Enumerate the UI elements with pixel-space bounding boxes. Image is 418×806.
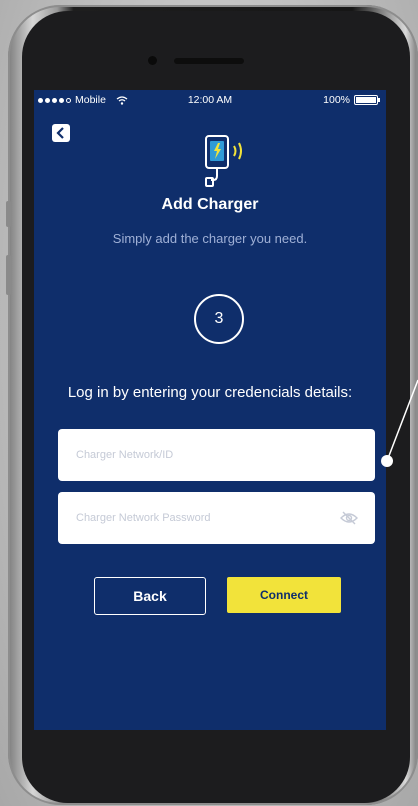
charger-wireless-icon <box>205 135 242 187</box>
app-screen: Mobile 12:00 AM 100% Add Charger Simply … <box>34 90 386 730</box>
front-camera <box>148 56 157 65</box>
password-field[interactable] <box>58 492 375 544</box>
volume-up-button <box>6 255 11 295</box>
chevron-left-icon <box>56 127 64 139</box>
username-field[interactable] <box>58 429 375 481</box>
step-number: 3 <box>214 310 224 327</box>
login-instruction: Log in by entering your credencials deta… <box>67 384 353 401</box>
back-button[interactable]: Back <box>94 577 206 615</box>
status-bar: Mobile 12:00 AM 100% <box>34 90 386 110</box>
status-right: 100% <box>323 94 380 106</box>
page-subtitle: Simply add the charger you need. <box>112 231 308 246</box>
charger-network-id-input[interactable] <box>74 448 359 462</box>
eye-slash-icon[interactable] <box>339 511 359 525</box>
mute-switch <box>6 201 11 227</box>
battery-percent: 100% <box>323 94 350 106</box>
page-title: Add Charger <box>161 196 259 213</box>
battery-icon <box>354 95 380 105</box>
scene-background: Mobile 12:00 AM 100% Add Charger Simply … <box>0 0 418 806</box>
back-chevron-button[interactable] <box>52 124 70 142</box>
charger-network-password-input[interactable] <box>74 511 339 525</box>
step-indicator: 3 <box>194 294 244 344</box>
earpiece-speaker <box>174 58 244 64</box>
connect-button[interactable]: Connect <box>227 577 341 613</box>
